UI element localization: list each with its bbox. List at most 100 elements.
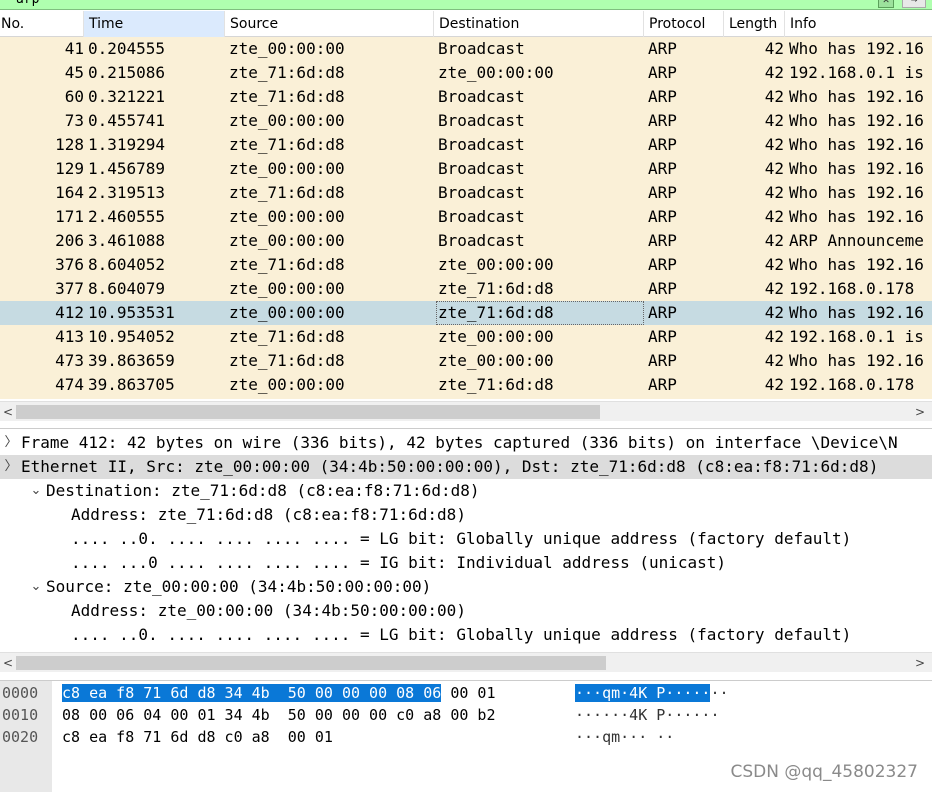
packet-time: 0.204555	[88, 39, 166, 58]
packet-info: Who has 192.16	[789, 183, 924, 202]
packet-source: zte_00:00:00	[229, 279, 345, 298]
packet-protocol: ARP	[648, 87, 677, 106]
detail-row[interactable]: 〉 Ethernet II, Src: zte_00:00:00 (34:4b:5…	[0, 455, 932, 479]
expanded-chevron-icon[interactable]: ⌄	[29, 479, 43, 503]
hex-line[interactable]: c8 ea f8 71 6d d8 34 4b 50 00 00 00 08 0…	[62, 682, 495, 704]
packet-protocol: ARP	[648, 63, 677, 82]
packet-time: 10.954052	[88, 327, 175, 346]
packet-no: 473	[55, 351, 84, 370]
packet-info: Who has 192.16	[789, 159, 924, 178]
detail-text: .... ..0. .... .... .... .... = LG bit: …	[71, 625, 852, 644]
column-header-source[interactable]: Source	[225, 11, 434, 37]
collapsed-chevron-icon[interactable]: 〉	[4, 431, 18, 455]
detail-row[interactable]: ⌄ Destination: zte_71:6d:d8 (c8:ea:f8:71:…	[0, 479, 932, 503]
apply-filter-icon[interactable]: →	[902, 0, 926, 8]
packet-info: 192.168.0.1 is	[789, 63, 924, 82]
expanded-chevron-icon[interactable]: ⌄	[29, 575, 43, 599]
packet-protocol: ARP	[648, 39, 677, 58]
detail-row[interactable]: .... ..0. .... .... .... .... = LG bit: …	[0, 623, 932, 647]
packet-destination: zte_71:6d:d8	[436, 301, 644, 325]
packet-row[interactable]: 171 2.460555 zte_00:00:00 Broadcast ARP 42 Who…	[0, 205, 932, 229]
packet-row[interactable]: 206 3.461088 zte_00:00:00 Broadcast ARP 42 ARP…	[0, 229, 932, 253]
ascii-line[interactable]: ···qm·4K P·······	[575, 682, 729, 704]
packet-destination: Broadcast	[438, 231, 525, 250]
display-filter-input[interactable]: arp	[16, 0, 39, 7]
hex-rest: 00 01	[441, 684, 496, 702]
packet-protocol: ARP	[648, 351, 677, 370]
detail-row[interactable]: Address: zte_71:6d:d8 (c8:ea:f8:71:6d:d8…	[0, 503, 932, 527]
detail-row[interactable]: .... ...0 .... .... .... .... = IG bit: …	[0, 551, 932, 575]
packet-source: zte_00:00:00	[229, 111, 345, 130]
packet-no: 377	[55, 279, 84, 298]
packet-list-scrollbar[interactable]: < >	[0, 401, 932, 421]
column-header-no[interactable]: No.	[0, 11, 84, 37]
scroll-right-icon[interactable]: >	[912, 402, 928, 422]
hex-line[interactable]: c8 ea f8 71 6d d8 c0 a8 00 01	[62, 726, 333, 748]
detail-row[interactable]: ⌄ Source: zte_00:00:00 (34:4b:50:00:00:00…	[0, 575, 932, 599]
packet-destination: zte_71:6d:d8	[438, 279, 554, 298]
packet-length: 42	[764, 375, 784, 394]
column-header-info[interactable]: Info	[785, 11, 932, 37]
packet-no: 60	[64, 87, 84, 106]
packet-source: zte_71:6d:d8	[229, 183, 345, 202]
packet-source: zte_71:6d:d8	[229, 327, 345, 346]
detail-text: .... ..0. .... .... .... .... = LG bit: …	[71, 529, 852, 548]
packet-row[interactable]: 377 8.604079 zte_00:00:00 zte_71:6d:d8 ARP 42…	[0, 277, 932, 301]
byte-offset: 0020	[2, 728, 39, 746]
scrollbar-thumb[interactable]	[16, 656, 606, 670]
detail-row[interactable]: Address: zte_00:00:00 (34:4b:50:00:00:00…	[0, 599, 932, 623]
packet-row[interactable]: 413 10.954052 zte_71:6d:d8 zte_00:00:00 ARP 4…	[0, 325, 932, 349]
packet-length: 42	[764, 159, 784, 178]
packet-source: zte_71:6d:d8	[229, 87, 345, 106]
packet-length: 42	[764, 207, 784, 226]
column-header-length[interactable]: Length	[724, 11, 785, 37]
ascii-line[interactable]: ······4K P······	[575, 704, 720, 726]
packet-protocol: ARP	[648, 135, 677, 154]
packet-row[interactable]: 128 1.319294 zte_71:6d:d8 Broadcast ARP 42 Who…	[0, 133, 932, 157]
packet-no: 73	[64, 111, 84, 130]
byte-offset: 0010	[2, 706, 39, 724]
hex-line[interactable]: 08 00 06 04 00 01 34 4b 50 00 00 00 c0 a…	[62, 704, 495, 726]
packet-no: 129	[55, 159, 84, 178]
packet-row[interactable]: 412 10.953531 zte_00:00:00 zte_71:6d:d8 ARP 4…	[0, 301, 932, 325]
packet-protocol: ARP	[648, 111, 677, 130]
detail-row[interactable]: 〉 Frame 412: 42 bytes on wire (336 bits),…	[0, 431, 932, 455]
packet-source: zte_71:6d:d8	[229, 135, 345, 154]
details-scrollbar[interactable]: < >	[0, 652, 932, 672]
column-header-time[interactable]: Time	[84, 11, 225, 37]
packet-destination: zte_00:00:00	[438, 255, 554, 274]
packet-row[interactable]: 41 0.204555 zte_00:00:00 Broadcast ARP 42 Who …	[0, 37, 932, 61]
packet-length: 42	[764, 135, 784, 154]
ascii-line[interactable]: ···qm··· ··	[575, 726, 674, 748]
scroll-right-icon[interactable]: >	[912, 653, 928, 673]
packet-source: zte_71:6d:d8	[229, 63, 345, 82]
detail-text: Ethernet II, Src: zte_00:00:00 (34:4b:50…	[21, 457, 879, 476]
scroll-left-icon[interactable]: <	[0, 402, 16, 422]
packet-protocol: ARP	[648, 255, 677, 274]
packet-time: 2.319513	[88, 183, 166, 202]
packet-row[interactable]: 60 0.321221 zte_71:6d:d8 Broadcast ARP 42 Who …	[0, 85, 932, 109]
packet-row[interactable]: 129 1.456789 zte_00:00:00 Broadcast ARP 42 Who…	[0, 157, 932, 181]
scroll-left-icon[interactable]: <	[0, 653, 16, 673]
packet-row[interactable]: 45 0.215086 zte_71:6d:d8 zte_00:00:00 ARP 42 1…	[0, 61, 932, 85]
packet-row[interactable]: 376 8.604052 zte_71:6d:d8 zte_00:00:00 ARP 42…	[0, 253, 932, 277]
packet-row[interactable]: 164 2.319513 zte_71:6d:d8 Broadcast ARP 42 Who…	[0, 181, 932, 205]
collapsed-chevron-icon[interactable]: 〉	[4, 455, 18, 479]
column-header-destination[interactable]: Destination	[434, 11, 644, 37]
packet-info: Who has 192.16	[789, 39, 924, 58]
hex-rest: c8 ea f8 71 6d d8 c0 a8 00 01	[62, 728, 333, 746]
column-header-protocol[interactable]: Protocol	[644, 11, 724, 37]
detail-row[interactable]: .... ..0. .... .... .... .... = LG bit: …	[0, 527, 932, 551]
ascii-rest: ···qm··· ··	[575, 728, 675, 746]
packet-row[interactable]: 473 39.863659 zte_71:6d:d8 zte_00:00:00 ARP 4…	[0, 349, 932, 373]
packet-protocol: ARP	[648, 207, 677, 226]
packet-row[interactable]: 73 0.455741 zte_00:00:00 Broadcast ARP 42 Who …	[0, 109, 932, 133]
scrollbar-thumb[interactable]	[16, 405, 600, 419]
clear-filter-icon[interactable]: ✕	[878, 0, 894, 8]
packet-no: 206	[55, 231, 84, 250]
packet-source: zte_00:00:00	[229, 207, 345, 226]
display-filter-bar: arp ✕ →	[0, 0, 932, 10]
packet-time: 2.460555	[88, 207, 166, 226]
packet-row[interactable]: 474 39.863705 zte_00:00:00 zte_71:6d:d8 ARP 4…	[0, 373, 932, 397]
packet-length: 42	[764, 255, 784, 274]
